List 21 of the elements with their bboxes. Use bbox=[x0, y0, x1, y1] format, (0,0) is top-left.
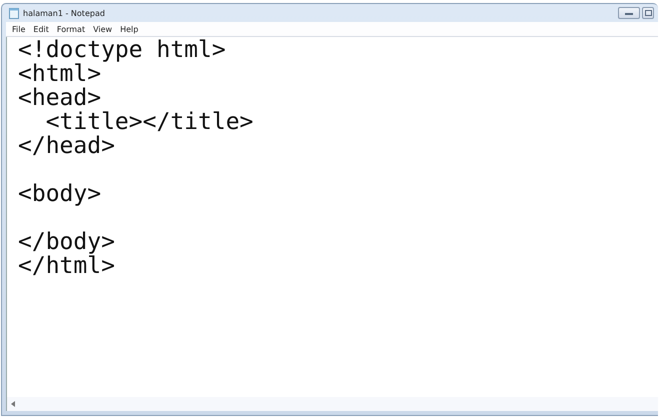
text-editor[interactable]: <!doctype html> <html> <head> <title></title> </head> <body> </body> </html> bbox=[6, 37, 658, 411]
menu-item[interactable]: Help bbox=[120, 24, 138, 34]
menu-item[interactable]: View bbox=[93, 24, 112, 34]
menu-item[interactable]: Format bbox=[56, 24, 86, 34]
code-line: <body> bbox=[18, 182, 102, 206]
code-line: <title></title> bbox=[44, 110, 254, 134]
code-line: <!doctype html> bbox=[18, 38, 226, 62]
code-line: </head> bbox=[18, 134, 115, 158]
scroll-left-icon[interactable] bbox=[11, 401, 15, 407]
code-line: </html> bbox=[18, 254, 115, 278]
menu-item[interactable]: File bbox=[12, 24, 26, 34]
minimize-button[interactable] bbox=[618, 7, 640, 19]
minimize-icon bbox=[625, 12, 633, 14]
notepad-icon bbox=[9, 8, 19, 18]
code-line: </body> bbox=[18, 230, 115, 254]
menu-item[interactable]: Edit bbox=[33, 24, 49, 34]
maximize-button[interactable] bbox=[642, 7, 654, 19]
maximize-icon bbox=[644, 10, 652, 16]
code-line: <html> bbox=[18, 62, 102, 86]
window-title: halaman1 - Notepad bbox=[23, 8, 105, 18]
code-line: <head> bbox=[18, 86, 102, 110]
